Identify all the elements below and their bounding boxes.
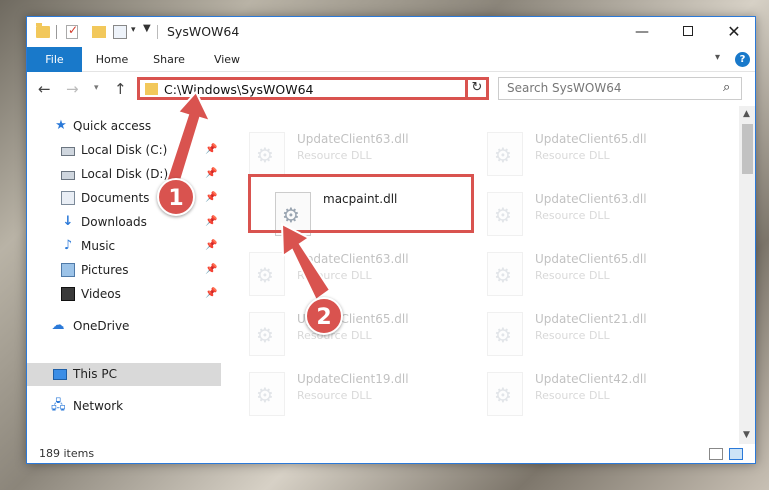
callout-arrow-2 [280,222,332,302]
callout-badge-1: 1 [157,178,195,216]
callout-badge-2: 2 [305,297,343,335]
